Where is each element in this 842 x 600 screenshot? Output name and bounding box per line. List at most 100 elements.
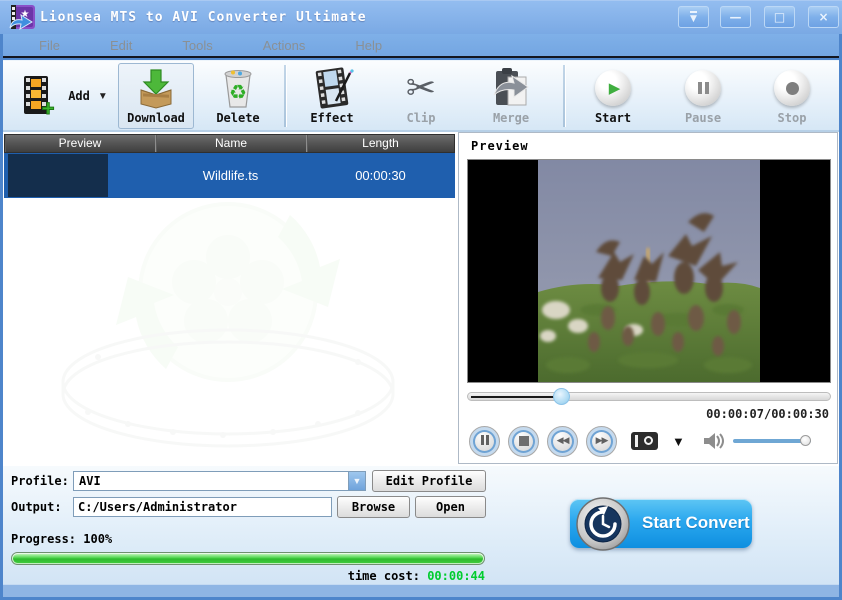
progress-label: Progress: 100% (11, 532, 113, 546)
rollup-icon: ▼ (690, 11, 697, 25)
menu-edit[interactable]: Edit (96, 36, 146, 55)
convert-clock-icon (576, 497, 630, 551)
playback-time: 00:00:07/00:00:30 (706, 407, 829, 421)
column-name[interactable]: Name (156, 135, 307, 152)
clip-scissors-icon: ✂ (405, 67, 437, 108)
player-pause-icon (480, 432, 490, 450)
rollup-button[interactable]: ▼ (678, 6, 709, 28)
app-icon: ★ (9, 5, 35, 30)
player-rewind-button[interactable]: ◀◀ (547, 425, 578, 457)
menu-bar: File Edit Tools Actions Help (3, 34, 839, 58)
merge-icon (490, 65, 532, 111)
seek-thumb[interactable] (553, 388, 570, 405)
effect-icon (310, 65, 354, 111)
clip-button[interactable]: ✂ Clip (384, 63, 458, 129)
pause-label: Pause (684, 111, 722, 125)
file-name: Wildlife.ts (202, 168, 259, 183)
content-area: Preview Name Length Wildlife.ts 00:00:30… (3, 132, 839, 466)
progress-bar (11, 552, 485, 565)
progress-bar-fill (13, 554, 483, 563)
file-length: 00:00:30 (355, 168, 406, 183)
menu-file[interactable]: File (25, 36, 74, 55)
browse-button[interactable]: Browse (337, 496, 410, 518)
minimize-icon: — (729, 10, 742, 24)
volume-slider[interactable] (732, 435, 811, 446)
maximize-icon: □ (773, 10, 786, 24)
column-preview[interactable]: Preview (5, 135, 156, 152)
svg-text:+: + (42, 96, 55, 118)
effect-button[interactable]: Effect (295, 63, 369, 129)
start-button[interactable]: ▶ Start (578, 63, 648, 129)
time-cost-value: 00:00:44 (427, 569, 485, 583)
profile-combobox[interactable]: AVI ▼ (73, 471, 366, 491)
toolbar-separator (284, 65, 286, 127)
start-label: Start (594, 111, 632, 125)
preview-title: Preview (471, 139, 529, 153)
download-button[interactable]: Download (118, 63, 194, 129)
open-button[interactable]: Open (415, 496, 486, 518)
column-length[interactable]: Length (307, 135, 454, 152)
delete-button[interactable]: ♻ Delete (200, 63, 276, 129)
pause-icon (685, 70, 721, 106)
seek-bar[interactable] (467, 388, 831, 405)
output-path-field[interactable] (73, 497, 332, 517)
video-display (467, 159, 831, 383)
player-pause-button[interactable] (469, 425, 500, 457)
clip-label: Clip (406, 111, 436, 125)
profile-value: AVI (79, 474, 101, 488)
file-row-wildlife[interactable]: Wildlife.ts 00:00:30 (4, 153, 455, 198)
app-window: ★ Lionsea MTS to AVI Converter Ultimate … (0, 0, 842, 600)
close-icon: × (818, 10, 829, 24)
add-caret-icon: ▼ (97, 90, 108, 102)
delete-icon: ♻ (218, 65, 258, 111)
toolbar-separator-2 (563, 65, 565, 127)
player-controls: ◀◀ ▶▶ ▼ (469, 423, 831, 459)
settings-panel: Profile: AVI ▼ Edit Profile Output: Brow… (3, 466, 839, 584)
player-forward-button[interactable]: ▶▶ (586, 425, 617, 457)
minimize-button[interactable]: — (720, 6, 751, 28)
window-title: Lionsea MTS to AVI Converter Ultimate (40, 10, 367, 25)
preview-panel: Preview 00:00:07/00:00:30 ◀◀ ▶▶ ▼ (458, 132, 838, 464)
combo-caret-icon[interactable]: ▼ (348, 472, 365, 490)
menu-tools[interactable]: Tools (168, 36, 226, 55)
rewind-icon: ◀◀ (556, 436, 570, 446)
merge-button[interactable]: Merge (473, 63, 549, 129)
volume-speaker-icon[interactable] (703, 432, 725, 450)
title-bar: ★ Lionsea MTS to AVI Converter Ultimate … (0, 0, 842, 34)
volume-thumb[interactable] (799, 435, 811, 446)
file-list: Preview Name Length Wildlife.ts 00:00:30 (3, 132, 456, 466)
video-frame-birds (538, 160, 760, 382)
time-cost-label: time cost: (347, 569, 420, 583)
stop-button[interactable]: Stop (757, 63, 827, 129)
player-stop-button[interactable] (508, 425, 539, 457)
maximize-button[interactable]: □ (764, 6, 795, 28)
effect-label: Effect (310, 111, 354, 125)
player-stop-icon (518, 436, 529, 446)
start-convert-button[interactable]: Start Convert (570, 497, 752, 551)
stop-label: Stop (777, 111, 807, 125)
snapshot-menu-caret[interactable]: ▼ (672, 434, 685, 449)
svg-text:♻: ♻ (229, 82, 247, 104)
add-button[interactable]: + Add ▼ (9, 63, 115, 129)
download-icon (135, 65, 177, 111)
menu-help[interactable]: Help (341, 36, 396, 55)
merge-label: Merge (492, 111, 530, 125)
profile-label: Profile: (11, 474, 69, 488)
seek-progress (471, 396, 559, 398)
delete-label: Delete (216, 111, 260, 125)
start-convert-label: Start Convert (642, 513, 750, 532)
pause-button[interactable]: Pause (668, 63, 738, 129)
file-thumbnail (8, 154, 108, 197)
close-button[interactable]: × (808, 6, 839, 28)
output-label: Output: (11, 500, 62, 514)
menu-actions[interactable]: Actions (249, 36, 320, 55)
stop-icon (774, 70, 810, 106)
edit-profile-button[interactable]: Edit Profile (372, 470, 486, 492)
snapshot-camera-button[interactable] (631, 432, 658, 450)
add-files-icon: + (24, 76, 55, 118)
download-label: Download (127, 111, 185, 125)
film-reel-watermark (61, 202, 395, 448)
fast-forward-icon: ▶▶ (595, 436, 609, 446)
toolbar: + Add ▼ Download ♻ Delete Effect ✂ Clip … (3, 60, 839, 132)
file-list-header: Preview Name Length (4, 134, 455, 153)
